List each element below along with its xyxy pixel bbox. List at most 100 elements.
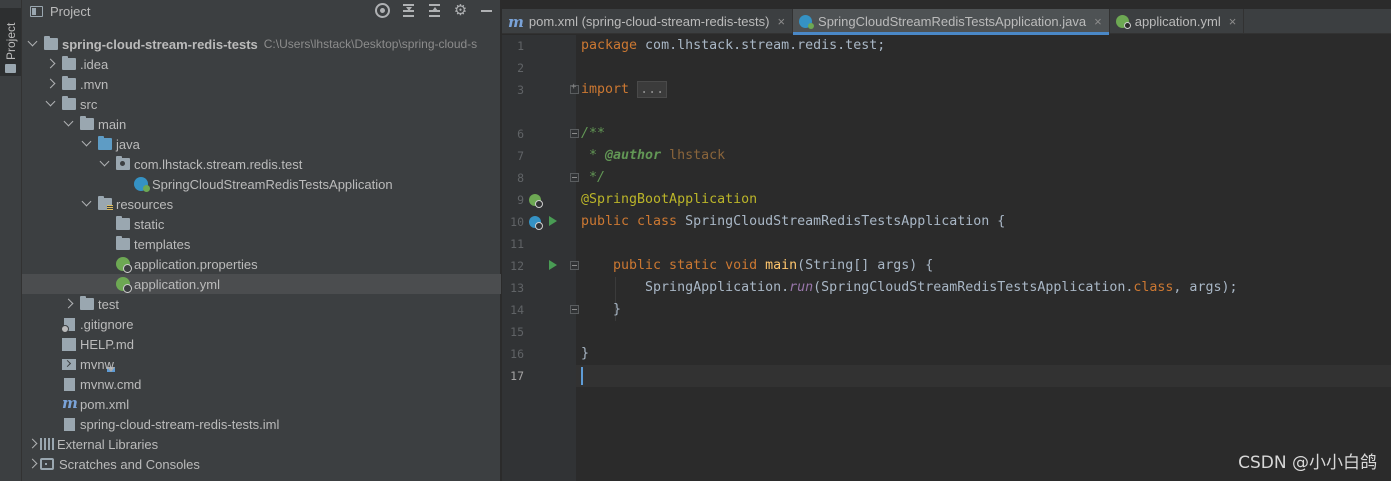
code-line-3: import ... <box>581 79 668 101</box>
chevron-down-icon[interactable] <box>62 114 76 134</box>
fold-collapse-icon[interactable] <box>570 129 579 138</box>
editor-area: m pom.xml (spring-cloud-stream-redis-tes… <box>502 0 1391 481</box>
locate-icon[interactable] <box>375 3 390 18</box>
chevron-right-icon[interactable] <box>62 294 76 314</box>
chevron-right-icon[interactable] <box>26 434 40 454</box>
maven-icon: m <box>62 394 78 412</box>
gear-icon[interactable]: ⚙ <box>453 3 468 18</box>
tree-item-label: SpringCloudStreamRedisTestsApplication <box>152 176 393 192</box>
collapse-all-icon[interactable] <box>427 3 442 18</box>
chevron-down-icon[interactable] <box>80 194 94 214</box>
tree-item-templates[interactable]: templates <box>22 234 501 254</box>
fold-collapse-icon[interactable] <box>570 261 579 270</box>
maven-icon: m <box>508 12 524 31</box>
tree-item-mvnw-cmd[interactable]: mvnw.cmd <box>22 374 501 394</box>
folder-icon <box>80 116 94 130</box>
expand-all-icon[interactable] <box>401 3 416 18</box>
chevron-down-icon[interactable] <box>44 94 58 114</box>
tab-application-yml[interactable]: application.yml × <box>1110 9 1245 34</box>
tree-item-src[interactable]: src <box>22 94 501 114</box>
chevron-down-icon[interactable] <box>26 34 40 54</box>
hide-icon[interactable] <box>479 3 494 18</box>
spring-bean-gutter-icon[interactable] <box>529 216 543 230</box>
close-icon[interactable]: × <box>1229 14 1237 29</box>
line-number: 16 <box>510 347 524 361</box>
tab-label: SpringCloudStreamRedisTestsApplication.j… <box>818 14 1087 29</box>
line-number: 2 <box>517 61 524 75</box>
line-number: 17 <box>510 369 524 383</box>
source-folder-icon <box>98 136 112 150</box>
fold-collapse-icon[interactable] <box>570 173 579 182</box>
tree-item-external-libraries[interactable]: External Libraries <box>22 434 501 454</box>
chevron-down-icon[interactable] <box>80 134 94 154</box>
tree-item-label: External Libraries <box>57 436 159 452</box>
tree-item-pom-xml[interactable]: m pom.xml <box>22 394 501 414</box>
close-icon[interactable]: × <box>777 14 785 29</box>
tree-item-package[interactable]: com.lhstack.stream.redis.test <box>22 154 501 174</box>
project-view-selector[interactable]: Project <box>50 4 90 19</box>
tab-label: pom.xml (spring-cloud-stream-redis-tests… <box>528 14 770 29</box>
tree-item-main[interactable]: main <box>22 114 501 134</box>
tree-item-resources[interactable]: resources <box>22 194 501 214</box>
folder-icon <box>116 216 130 230</box>
run-icon[interactable] <box>549 216 557 226</box>
shell-file-icon <box>62 358 76 370</box>
package-icon <box>116 156 130 170</box>
tree-item-mvn[interactable]: .mvn <box>22 74 501 94</box>
line-number: 7 <box>517 149 524 163</box>
tree-item-application-properties[interactable]: application.properties <box>22 254 501 274</box>
project-view-icon <box>30 5 43 17</box>
tree-item-mvnw[interactable]: mvnw <box>22 354 501 374</box>
tree-item-gitignore[interactable]: .gitignore <box>22 314 501 334</box>
spring-config-icon <box>1115 15 1131 29</box>
tree-item-iml[interactable]: spring-cloud-stream-redis-tests.iml <box>22 414 501 434</box>
fold-collapse-icon[interactable] <box>570 305 579 314</box>
chevron-down-icon[interactable] <box>98 154 112 174</box>
line-number: 3 <box>517 83 524 97</box>
iml-file-icon <box>64 417 75 431</box>
text-caret <box>581 367 583 385</box>
tree-item-application-yml[interactable]: application.yml <box>22 274 501 294</box>
tree-item-main-class[interactable]: SpringCloudStreamRedisTestsApplication <box>22 174 501 194</box>
tree-item-scratches[interactable]: Scratches and Consoles <box>22 454 501 474</box>
editor-gutter[interactable]: 1 2 3 6 7 8 9 10 11 12 13 14 15 16 17 <box>502 35 579 481</box>
code-line-7: * @author lhstack <box>581 148 726 163</box>
spring-config-icon <box>116 277 132 293</box>
folder-icon <box>62 76 76 90</box>
tree-item-label: .mvn <box>80 76 109 92</box>
tab-main-class[interactable]: SpringCloudStreamRedisTestsApplication.j… <box>793 9 1110 35</box>
libraries-icon <box>40 438 54 450</box>
tree-item-idea[interactable]: .idea <box>22 54 501 74</box>
project-panel: Project ⚙ spring-cloud-stream-redis-test… <box>22 0 501 481</box>
code-line-12: public static void main(String[] args) { <box>581 258 934 273</box>
tab-label: application.yml <box>1134 14 1221 29</box>
tree-item-java[interactable]: java <box>22 134 501 154</box>
tree-item-root-module[interactable]: spring-cloud-stream-redis-tests C:\Users… <box>22 34 501 54</box>
tree-item-static[interactable]: static <box>22 214 501 234</box>
line-number: 15 <box>510 325 524 339</box>
spring-bean-gutter-icon[interactable] <box>529 194 543 208</box>
tree-item-label: resources <box>116 196 174 212</box>
fold-expand-icon[interactable] <box>570 82 579 94</box>
run-icon[interactable] <box>549 260 557 270</box>
folded-imports[interactable]: ... <box>637 81 668 98</box>
module-folder-icon <box>44 36 58 50</box>
chevron-right-icon[interactable] <box>44 54 58 74</box>
tree-item-label: test <box>98 296 119 312</box>
line-number: 8 <box>517 171 524 185</box>
tree-item-help-md[interactable]: HELP.md <box>22 334 501 354</box>
tree-item-label: com.lhstack.stream.redis.test <box>134 156 303 172</box>
tree-item-label: main <box>98 116 127 132</box>
tree-item-label: templates <box>134 236 191 252</box>
markdown-file-icon <box>62 337 76 351</box>
code-line-10: public class SpringCloudStreamRedisTests… <box>581 214 1006 229</box>
close-icon[interactable]: × <box>1094 14 1102 29</box>
project-tool-tab[interactable]: Project <box>0 8 21 76</box>
tab-pom-xml[interactable]: m pom.xml (spring-cloud-stream-redis-tes… <box>502 9 794 34</box>
chevron-right-icon[interactable] <box>26 454 40 474</box>
tree-item-test[interactable]: test <box>22 294 501 314</box>
chevron-right-icon[interactable] <box>44 74 58 94</box>
line-number: 11 <box>510 237 524 251</box>
folder-icon <box>116 236 130 250</box>
code-line-1: package com.lhstack.stream.redis.test; <box>581 38 886 53</box>
